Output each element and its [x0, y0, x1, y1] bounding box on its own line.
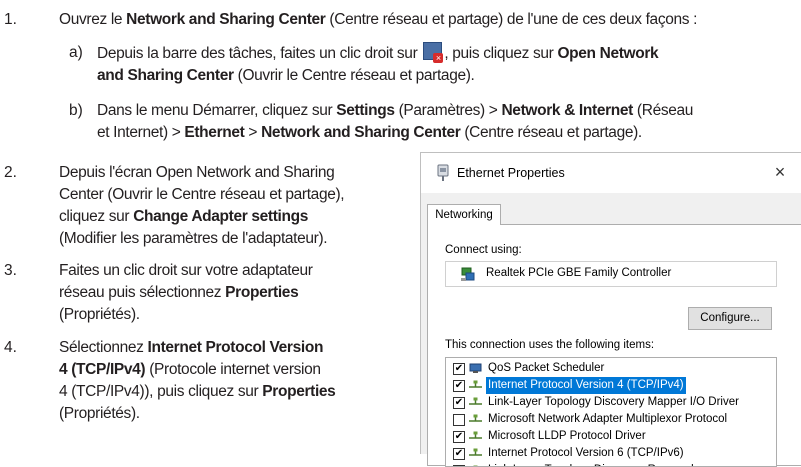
networking-tab-body: Connect using: Realtek PCIe GBE Family C…: [427, 224, 801, 466]
step-3-number: 3.: [4, 262, 17, 280]
protocol-icon: [469, 397, 482, 408]
list-item[interactable]: ✔ Internet Protocol Version 4 (TCP/IPv4): [446, 377, 756, 394]
scroll-up-icon[interactable]: ▲: [776, 358, 777, 375]
item-checkbox[interactable]: ✔: [453, 380, 465, 392]
item-checkbox[interactable]: ✔: [453, 397, 465, 409]
protocol-icon: [469, 448, 482, 459]
protocol-icon: [469, 414, 482, 425]
item-label: Link-Layer Topology Discovery Mapper I/O…: [486, 394, 741, 411]
step-1b-text: Dans le menu Démarrer, cliquez sur Setti…: [97, 100, 799, 144]
step-1a-letter: a): [69, 44, 83, 62]
item-label: Link-Layer Topology Discovery Responder: [486, 462, 706, 467]
step-4-text: Sélectionnez Internet Protocol Version4 …: [59, 337, 409, 425]
step-1a-text: Depuis la barre des tâches, faites un cl…: [97, 42, 797, 87]
protocol-icon: [469, 431, 482, 442]
protocol-icon: [469, 380, 482, 391]
list-item[interactable]: ✔ Internet Protocol Version 6 (TCP/IPv6): [446, 445, 756, 462]
step-1-number: 1.: [4, 11, 17, 29]
item-label: Microsoft Network Adapter Multiplexor Pr…: [486, 411, 729, 428]
dialog-panel: Networking Connect using: Realtek PCIe G…: [421, 193, 801, 454]
item-label: QoS Packet Scheduler: [486, 360, 606, 377]
step-2-number: 2.: [4, 164, 17, 182]
adapter-field: Realtek PCIe GBE Family Controller: [445, 261, 777, 287]
list-item[interactable]: ✔Link-Layer Topology Discovery Responder: [446, 462, 756, 467]
scroll-down-icon[interactable]: ▼: [776, 449, 777, 466]
step-1b-letter: b): [69, 102, 83, 120]
qos-icon: [469, 363, 482, 374]
step-2-text: Depuis l'écran Open Network and SharingC…: [59, 162, 409, 250]
manual-page: 1. Ouvrez le Network and Sharing Center …: [0, 0, 801, 453]
list-item[interactable]: Microsoft Network Adapter Multiplexor Pr…: [446, 411, 756, 428]
step-4-number: 4.: [4, 339, 17, 357]
step-3-text: Faites un clic droit sur votre adaptateu…: [59, 260, 409, 326]
item-label: Internet Protocol Version 6 (TCP/IPv6): [486, 445, 686, 462]
connect-using-label: Connect using:: [445, 244, 522, 256]
dialog-title: Ethernet Properties: [457, 166, 565, 180]
components-list[interactable]: ✔ QoS Packet Scheduler ✔ Internet Protocol …: [445, 357, 777, 467]
network-tray-icon: [423, 42, 442, 60]
item-checkbox[interactable]: ✔: [453, 431, 465, 443]
step-1-text: Ouvrez le Network and Sharing Center (Ce…: [59, 9, 697, 31]
item-checkbox[interactable]: [453, 414, 465, 426]
list-item[interactable]: ✔ Link-Layer Topology Discovery Mapper I/…: [446, 394, 756, 411]
item-checkbox[interactable]: ✔: [453, 448, 465, 460]
item-label: Microsoft LLDP Protocol Driver: [486, 428, 648, 445]
dialog-titlebar: Ethernet Properties ×: [421, 153, 801, 193]
network-adapter-icon: [460, 266, 476, 282]
items-label: This connection uses the following items…: [445, 339, 654, 351]
close-button[interactable]: ×: [769, 161, 791, 183]
tab-networking[interactable]: Networking: [427, 204, 501, 225]
list-item[interactable]: ✔ QoS Packet Scheduler: [446, 360, 756, 377]
list-item[interactable]: ✔ Microsoft LLDP Protocol Driver: [446, 428, 756, 445]
list-scrollbar[interactable]: ▲ ▼: [776, 358, 777, 466]
ethernet-properties-dialog: Ethernet Properties × Networking Connect…: [420, 152, 801, 454]
configure-button[interactable]: Configure...: [688, 307, 772, 330]
item-checkbox[interactable]: ✔: [453, 363, 465, 375]
item-label: Internet Protocol Version 4 (TCP/IPv4): [486, 377, 686, 394]
ethernet-icon: [437, 164, 449, 182]
adapter-name: Realtek PCIe GBE Family Controller: [486, 267, 671, 279]
